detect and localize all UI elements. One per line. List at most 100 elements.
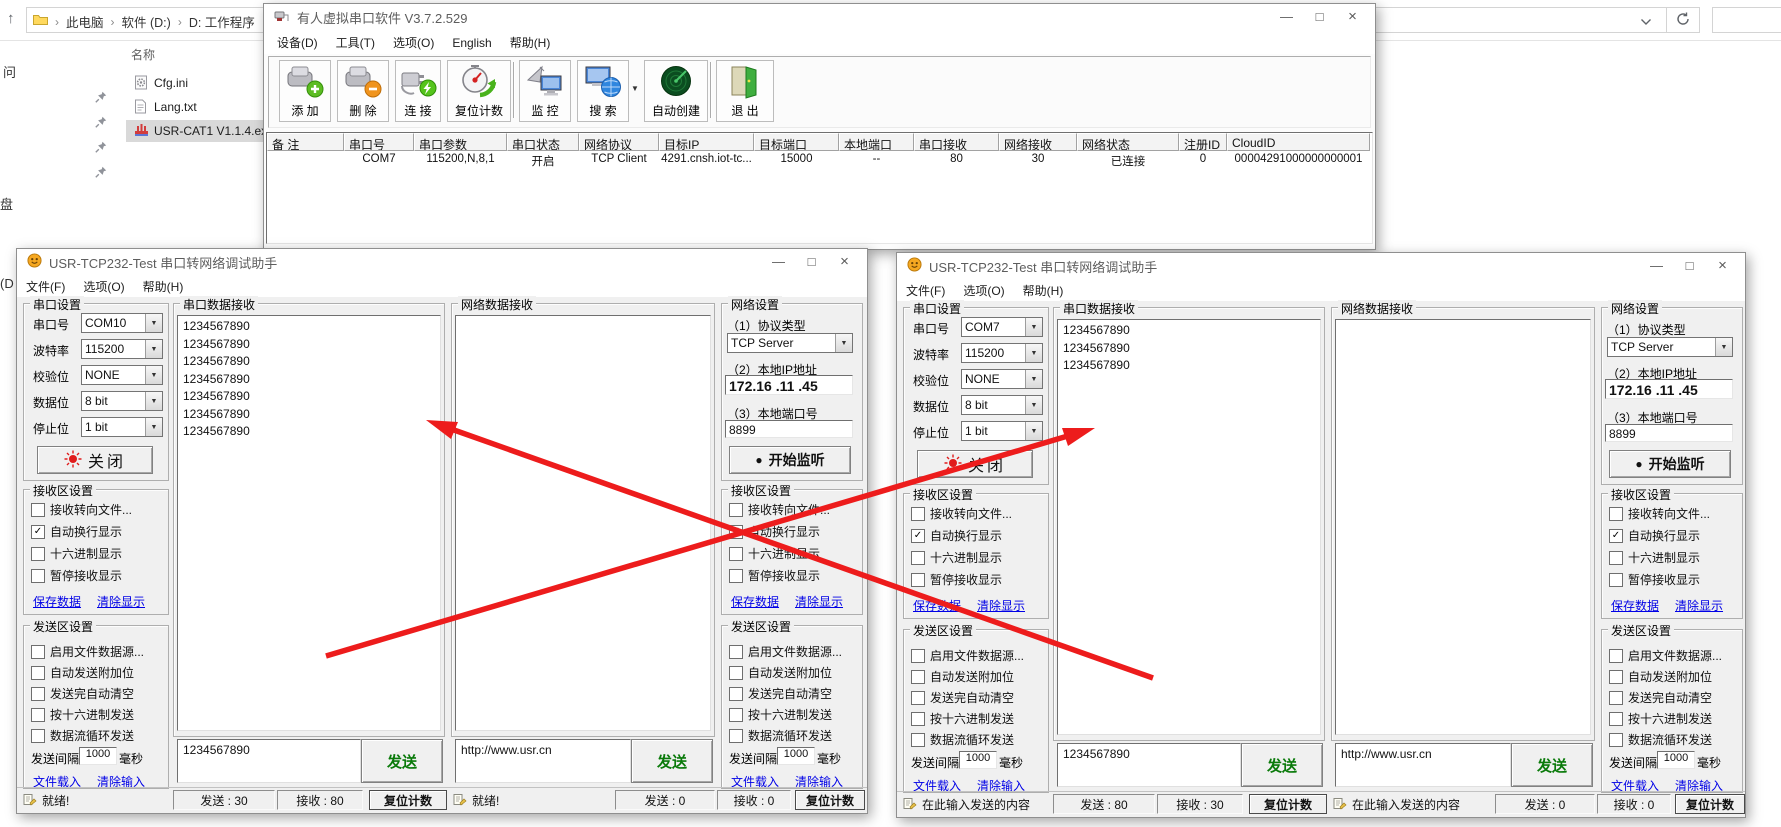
serial-field-dropdown[interactable]: 115200▼ <box>81 339 163 359</box>
checkbox[interactable] <box>911 733 925 747</box>
protocol-type-dropdown[interactable]: TCP Server▼ <box>1607 337 1733 357</box>
menu-item[interactable]: 选项(O) <box>384 31 443 54</box>
checkbox[interactable] <box>31 666 45 680</box>
chevron-down-icon[interactable]: ▼ <box>145 340 162 358</box>
list-item[interactable]: USR-CAT1 V1.1.4.ex <box>126 120 263 142</box>
table-header-cell[interactable]: 串口接收 <box>914 133 999 151</box>
menu-item[interactable]: 文件(F) <box>17 275 74 298</box>
local-port-input[interactable]: 8899 <box>725 420 853 438</box>
action-link[interactable]: 保存数据 <box>731 593 779 610</box>
chevron-down-icon[interactable]: ▼ <box>145 314 162 332</box>
checkbox-row[interactable]: 发送完自动清空 <box>1609 689 1712 706</box>
status-cell-reset-button[interactable]: 复位计数 <box>795 790 865 810</box>
table-header-cell[interactable]: 串口号 <box>344 133 414 151</box>
checkbox-row[interactable]: 暂停接收显示 <box>729 567 820 584</box>
table-header-cell[interactable]: 串口状态 <box>507 133 579 151</box>
close-button[interactable]: × <box>1706 253 1739 279</box>
checkbox-row[interactable]: 数据流循环发送 <box>911 731 1014 748</box>
checkbox-row[interactable]: 接收转向文件... <box>31 501 132 518</box>
checkbox[interactable] <box>729 666 743 680</box>
checkbox-row[interactable]: 接收转向文件... <box>729 501 830 518</box>
local-port-input[interactable]: 8899 <box>1605 424 1733 442</box>
checkbox-row[interactable]: 启用文件数据源... <box>1609 647 1722 664</box>
breadcrumb-item[interactable]: 软件 (D:) <box>122 12 171 31</box>
table-header-cell[interactable]: 注册ID <box>1179 133 1227 151</box>
checkbox[interactable] <box>1609 573 1623 587</box>
checkbox-row[interactable]: 自动发送附加位 <box>729 664 832 681</box>
table-row[interactable]: COM7115200,N,8,1开启TCP Client4291.cnsh.io… <box>267 151 1372 167</box>
checkbox-row[interactable]: 自动发送附加位 <box>911 668 1014 685</box>
checkbox-row[interactable]: ✓自动换行显示 <box>729 523 820 540</box>
checkbox-row[interactable]: 发送完自动清空 <box>31 685 134 702</box>
status-cell-reset-button[interactable]: 复位计数 <box>369 790 447 810</box>
serial-field-dropdown[interactable]: 1 bit▼ <box>81 417 163 437</box>
checkbox[interactable] <box>1609 691 1623 705</box>
explorer-search-box[interactable] <box>1712 7 1781 33</box>
minimize-button[interactable]: — <box>762 249 795 275</box>
checkbox[interactable] <box>911 507 925 521</box>
network-receive-area[interactable] <box>455 315 711 731</box>
checkbox[interactable] <box>729 547 743 561</box>
checkbox[interactable] <box>31 687 45 701</box>
table-header-cell[interactable]: 备 注 <box>267 133 344 151</box>
table-header-cell[interactable]: 网络协议 <box>579 133 659 151</box>
explorer-search-input[interactable] <box>1713 8 1781 32</box>
status-cell-reset-button[interactable]: 复位计数 <box>1675 794 1745 814</box>
action-link[interactable]: 清除显示 <box>97 593 145 610</box>
menu-item[interactable]: 工具(T) <box>327 31 384 54</box>
table-header-cell[interactable]: 网络状态 <box>1077 133 1179 151</box>
address-chevron-icon[interactable] <box>1640 15 1652 29</box>
checkbox[interactable] <box>911 712 925 726</box>
checkbox-row[interactable]: 启用文件数据源... <box>911 647 1024 664</box>
serial-send-button[interactable]: 发送 <box>361 739 443 783</box>
toolbar-button[interactable]: 删 除 <box>337 60 389 122</box>
checkbox-row[interactable]: 暂停接收显示 <box>31 567 122 584</box>
toolbar-button[interactable]: 监 控 <box>519 60 571 122</box>
refresh-icon[interactable] <box>1676 12 1690 29</box>
checkbox[interactable] <box>911 649 925 663</box>
table-header-cell[interactable]: CloudID <box>1227 133 1370 151</box>
action-link[interactable]: 清除显示 <box>795 593 843 610</box>
table-header-cell[interactable]: 目标端口 <box>754 133 839 151</box>
checkbox-row[interactable]: 自动发送附加位 <box>1609 668 1712 685</box>
table-header-cell[interactable]: 目标IP <box>659 133 754 151</box>
serial-close-button[interactable]: 关闭 <box>917 450 1033 478</box>
checkbox-row[interactable]: 自动发送附加位 <box>31 664 134 681</box>
chevron-down-icon[interactable]: ▼ <box>145 366 162 384</box>
action-link[interactable]: 清除显示 <box>1675 597 1723 614</box>
close-button[interactable]: × <box>1336 4 1369 30</box>
checkbox[interactable] <box>1609 733 1623 747</box>
send-interval-input[interactable]: 1000 <box>79 747 117 765</box>
checkbox[interactable] <box>729 708 743 722</box>
checkbox[interactable] <box>911 691 925 705</box>
action-link[interactable]: 保存数据 <box>913 597 961 614</box>
close-button[interactable]: × <box>828 249 861 275</box>
local-ip-input[interactable]: 172.16 .11 .45 <box>1605 379 1733 399</box>
pin-icon[interactable] <box>95 141 107 156</box>
checkbox-row[interactable]: 按十六进制发送 <box>31 706 134 723</box>
checkbox[interactable] <box>729 645 743 659</box>
checkbox-row[interactable]: 数据流循环发送 <box>729 727 832 744</box>
sidebar-item-fragment[interactable]: 问 <box>3 62 16 81</box>
toolbar-button[interactable]: 复位计数 <box>447 60 511 122</box>
toolbar-dropdown-icon[interactable]: ▼ <box>631 84 639 93</box>
checkbox[interactable] <box>31 547 45 561</box>
checkbox[interactable] <box>729 729 743 743</box>
checkbox[interactable]: ✓ <box>911 529 925 543</box>
serial-send-input[interactable]: 1234567890 <box>1057 743 1241 787</box>
checkbox-row[interactable]: 发送完自动清空 <box>729 685 832 702</box>
serial-field-dropdown[interactable]: NONE▼ <box>961 369 1043 389</box>
serial-send-button[interactable]: 发送 <box>1241 743 1323 787</box>
send-interval-input[interactable]: 1000 <box>959 751 997 769</box>
serial-field-dropdown[interactable]: 8 bit▼ <box>961 395 1043 415</box>
toolbar-button[interactable]: 退 出 <box>716 60 774 122</box>
serial-field-dropdown[interactable]: NONE▼ <box>81 365 163 385</box>
chevron-down-icon[interactable]: ▼ <box>1025 370 1042 388</box>
checkbox[interactable]: ✓ <box>31 525 45 539</box>
minimize-button[interactable]: — <box>1270 4 1303 30</box>
checkbox-row[interactable]: 按十六进制发送 <box>911 710 1014 727</box>
checkbox-row[interactable]: 按十六进制发送 <box>1609 710 1712 727</box>
menu-item[interactable]: 选项(O) <box>74 275 133 298</box>
network-send-button[interactable]: 发送 <box>1511 743 1593 787</box>
table-header-cell[interactable]: 本地端口 <box>839 133 914 151</box>
